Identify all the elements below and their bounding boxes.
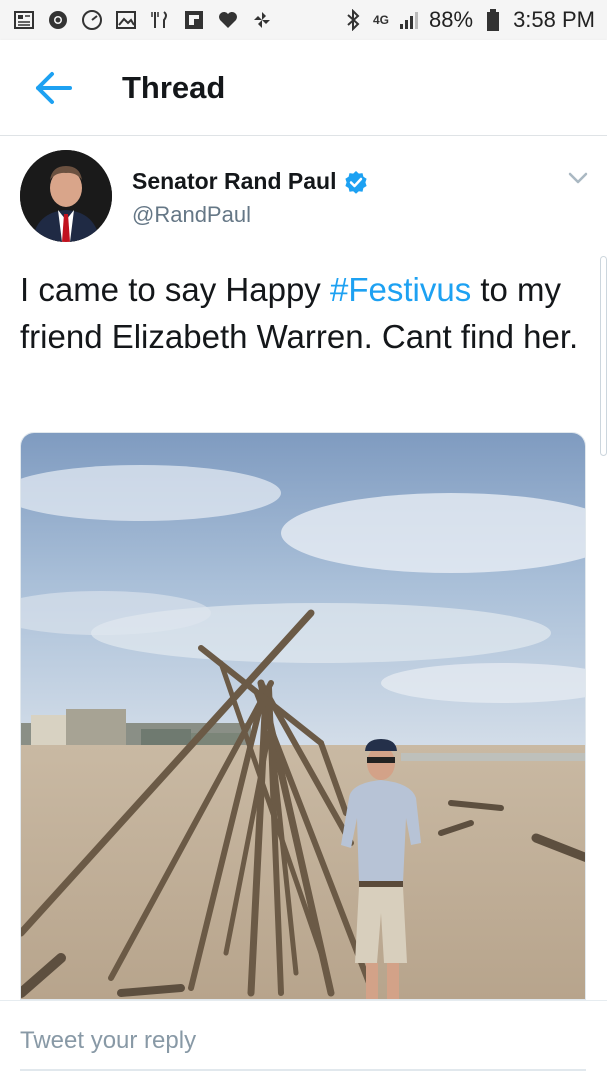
battery-icon — [481, 8, 505, 32]
author-name-text: Senator Rand Paul — [132, 168, 337, 194]
back-arrow-icon — [36, 71, 72, 104]
news-icon — [12, 8, 36, 32]
tweet-text-before: I came to say Happy — [20, 271, 330, 308]
tweet-photo[interactable] — [20, 432, 586, 1000]
clock: 3:58 PM — [513, 7, 595, 32]
tweet[interactable]: Senator Rand Paul @RandPaul I came to sa… — [0, 136, 607, 1000]
bluetooth-icon — [341, 8, 365, 32]
restaurant-icon — [148, 8, 172, 32]
hashtag-link[interactable]: #Festivus — [330, 271, 471, 308]
signal-icon — [397, 8, 421, 32]
reply-input[interactable] — [20, 1013, 586, 1071]
app-header: Thread — [0, 40, 607, 136]
gallery-icon — [114, 8, 138, 32]
battery-percent: 88% — [429, 7, 474, 32]
speedometer-icon — [80, 8, 104, 32]
page-title: Thread — [122, 69, 226, 105]
system-icons: 4G 88% 3:58 PM — [341, 7, 595, 33]
back-button[interactable] — [24, 58, 84, 118]
status-bar: 4G 88% 3:58 PM — [0, 0, 607, 40]
network-type: 4G — [373, 13, 390, 27]
scrollbar-thumb[interactable] — [600, 256, 607, 456]
tweet-text: I came to say Happy #Festivus to my frie… — [20, 266, 580, 360]
verified-badge-icon — [345, 170, 368, 194]
heart-icon — [216, 8, 240, 32]
flipboard-icon — [182, 8, 206, 32]
author-handle[interactable]: @RandPaul — [132, 202, 251, 228]
reply-bar — [0, 1000, 607, 1080]
avatar[interactable] — [20, 150, 112, 242]
chevron-down-icon[interactable] — [566, 166, 590, 190]
chrome-icon — [46, 8, 70, 32]
author-name[interactable]: Senator Rand Paul — [132, 168, 368, 195]
notification-icons — [12, 8, 274, 32]
pinwheel-icon — [250, 8, 274, 32]
